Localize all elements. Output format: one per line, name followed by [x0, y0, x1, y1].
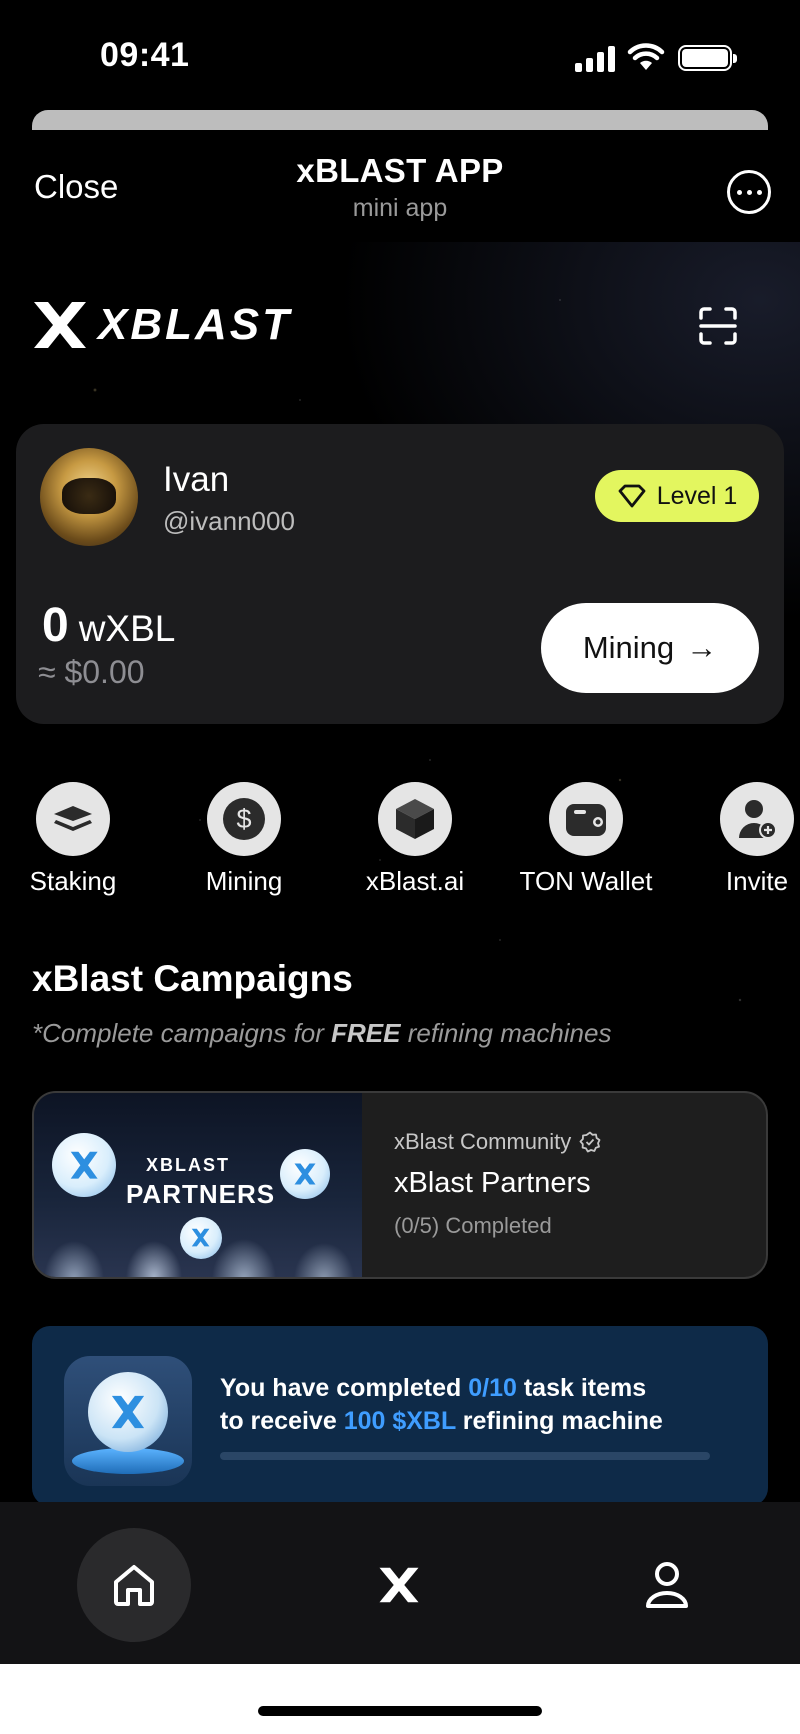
x-logo-icon — [379, 1567, 419, 1603]
quick-actions: Staking $ Mining xBlast.ai TON Wallet In… — [0, 782, 800, 902]
task-count: 0/10 — [468, 1374, 517, 1402]
task-progress-text: You have completed 0/10 task items to re… — [220, 1372, 663, 1438]
mining-button[interactable]: Mining → — [541, 603, 759, 693]
action-mining[interactable]: $ Mining — [159, 782, 329, 897]
status-bar: 09:41 — [0, 0, 800, 100]
xblast-logo-mark-icon — [34, 302, 86, 348]
action-label: xBlast.ai — [365, 866, 465, 896]
wifi-icon — [627, 43, 665, 70]
x-orb-icon — [52, 1133, 116, 1197]
cellular-signal-icon — [575, 44, 615, 72]
level-label: Level 1 — [656, 481, 738, 510]
layers-icon — [54, 806, 92, 831]
task-line2-prefix: to receive — [220, 1407, 344, 1435]
scan-icon[interactable] — [698, 306, 738, 346]
campaigns-title: xBlast Campaigns — [32, 958, 353, 999]
sheet-handle — [32, 110, 768, 130]
status-time: 09:41 — [100, 36, 190, 74]
task-progress-bar — [220, 1452, 710, 1460]
home-icon — [114, 1565, 154, 1606]
x-orb-icon — [280, 1149, 330, 1199]
campaign-image-brand: XBLAST — [146, 1155, 230, 1175]
campaign-image: XBLAST PARTNERS — [34, 1093, 362, 1277]
level-badge[interactable]: Level 1 — [595, 470, 759, 522]
action-label: Mining — [205, 866, 283, 896]
nav-profile[interactable] — [610, 1528, 724, 1642]
battery-icon — [678, 45, 737, 71]
user-icon — [646, 1562, 688, 1608]
task-line2-suffix: refining machine — [455, 1407, 663, 1435]
action-label: Invite — [725, 866, 789, 896]
more-dot-icon — [746, 189, 752, 195]
home-indicator-area — [0, 1664, 800, 1734]
task-banner[interactable]: You have completed 0/10 task items to re… — [32, 1326, 768, 1506]
campaign-name: xBlast Partners — [394, 1167, 591, 1199]
balance: 0 wXBL — [42, 598, 175, 653]
arrow-right-icon: → — [686, 630, 718, 665]
bottom-nav — [0, 1502, 800, 1664]
dollar-icon: $ — [223, 798, 265, 840]
balance-usd: ≈ $0.00 — [38, 654, 145, 690]
avatar[interactable] — [40, 448, 138, 546]
action-invite[interactable]: Invite — [672, 782, 800, 897]
task-line1-prefix: You have completed — [220, 1374, 469, 1402]
app-screen: 09:41 Close xBLAST APP mini app XBLAST I… — [0, 0, 800, 1734]
refining-machine-icon — [64, 1356, 192, 1486]
mini-app-header: Close xBLAST APP mini app — [0, 130, 800, 242]
mining-button-label: Mining — [582, 630, 675, 665]
wallet-icon — [566, 804, 606, 836]
task-line1-suffix: task items — [516, 1374, 647, 1402]
add-user-icon — [739, 800, 777, 839]
action-staking[interactable]: Staking — [0, 782, 158, 897]
campaign-source: xBlast Community — [394, 1129, 601, 1155]
verified-badge-icon — [579, 1131, 601, 1153]
mini-app-subtitle: mini app — [352, 194, 448, 222]
svg-text:$: $ — [236, 804, 251, 834]
campaign-progress: (0/5) Completed — [394, 1213, 552, 1238]
campaigns-subtitle-suffix: refining machines — [400, 1018, 612, 1048]
campaigns-subtitle: *Complete campaigns for FREE refining ma… — [32, 1018, 611, 1049]
astronauts-illustration — [34, 1209, 362, 1277]
more-dot-icon — [756, 189, 762, 195]
campaign-source-label: xBlast Community — [394, 1129, 572, 1154]
campaign-card[interactable]: XBLAST PARTNERS xBlast Community xBlast … — [32, 1091, 768, 1279]
cube-icon — [396, 799, 434, 839]
action-ton-wallet[interactable]: TON Wallet — [501, 782, 671, 897]
more-options-button[interactable] — [727, 170, 771, 214]
balance-unit: wXBL — [78, 608, 176, 649]
home-indicator[interactable] — [258, 1706, 542, 1716]
campaigns-subtitle-prefix: *Complete campaigns for — [32, 1018, 332, 1048]
campaigns-subtitle-emphasis: FREE — [331, 1018, 401, 1048]
balance-amount: 0 — [42, 599, 69, 652]
campaign-image-title: PARTNERS — [126, 1179, 276, 1209]
nav-xblast[interactable] — [342, 1528, 456, 1642]
action-label: TON Wallet — [519, 866, 653, 896]
xblast-logo: XBLAST — [32, 300, 292, 350]
diamond-icon — [618, 484, 646, 508]
nav-home[interactable] — [77, 1528, 191, 1642]
logo-text: XBLAST — [98, 300, 292, 349]
profile-card: Ivan @ivann000 Level 1 0 wXBL ≈ $0.00 Mi… — [16, 424, 784, 724]
task-reward: 100 $XBL — [343, 1407, 456, 1435]
user-name: Ivan — [163, 460, 230, 499]
action-label: Staking — [29, 866, 117, 896]
action-xblast-ai[interactable]: xBlast.ai — [330, 782, 500, 897]
mini-app-title: xBLAST APP — [296, 152, 504, 189]
more-dot-icon — [736, 189, 742, 195]
user-handle: @ivann000 — [163, 506, 295, 536]
